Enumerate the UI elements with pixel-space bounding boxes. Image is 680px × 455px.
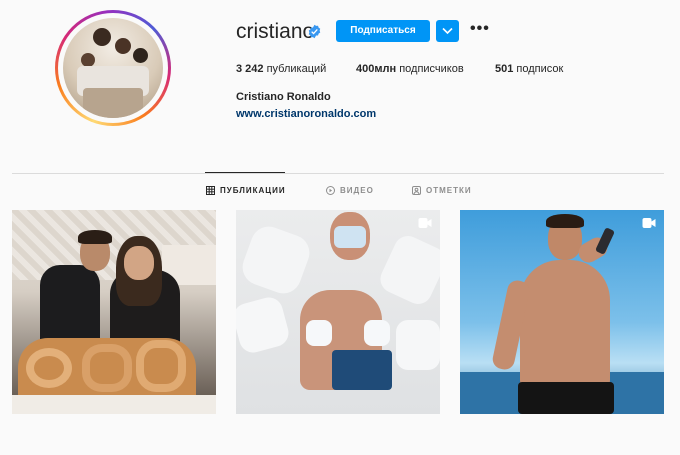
tab-tagged[interactable]: ОТМЕТКИ bbox=[412, 186, 472, 195]
play-circle-icon bbox=[326, 186, 335, 195]
video-icon bbox=[642, 218, 656, 228]
username: cristiano bbox=[236, 20, 315, 43]
follow-button[interactable]: Подписаться bbox=[336, 20, 430, 42]
avatar-photo bbox=[63, 18, 163, 118]
tabs-divider bbox=[12, 173, 664, 174]
chevron-down-icon bbox=[442, 27, 453, 35]
grid-icon bbox=[206, 186, 215, 195]
tab-posts[interactable]: ПУБЛИКАЦИИ bbox=[206, 186, 286, 195]
followers-stat[interactable]: 400млн подписчиков bbox=[356, 63, 464, 75]
verified-badge-icon bbox=[308, 24, 321, 39]
suggestions-dropdown-button[interactable] bbox=[436, 20, 459, 42]
post-thumbnail[interactable] bbox=[236, 210, 440, 414]
website-link[interactable]: www.cristianoronaldo.com bbox=[236, 108, 376, 120]
profile-header: cristiano Подписаться ••• 3 242 публикац… bbox=[0, 0, 680, 150]
posts-stat: 3 242 публикаций bbox=[236, 63, 327, 75]
active-tab-indicator bbox=[205, 172, 285, 173]
profile-avatar[interactable] bbox=[55, 10, 171, 126]
video-icon bbox=[418, 218, 432, 228]
post-thumbnail[interactable] bbox=[460, 210, 664, 414]
following-stat[interactable]: 501 подписок bbox=[495, 63, 563, 75]
tagged-icon bbox=[412, 186, 421, 195]
full-name: Cristiano Ronaldo bbox=[236, 91, 331, 103]
tab-videos[interactable]: ВИДЕО bbox=[326, 186, 374, 195]
more-options-button[interactable]: ••• bbox=[470, 21, 490, 40]
post-thumbnail[interactable] bbox=[12, 210, 216, 414]
